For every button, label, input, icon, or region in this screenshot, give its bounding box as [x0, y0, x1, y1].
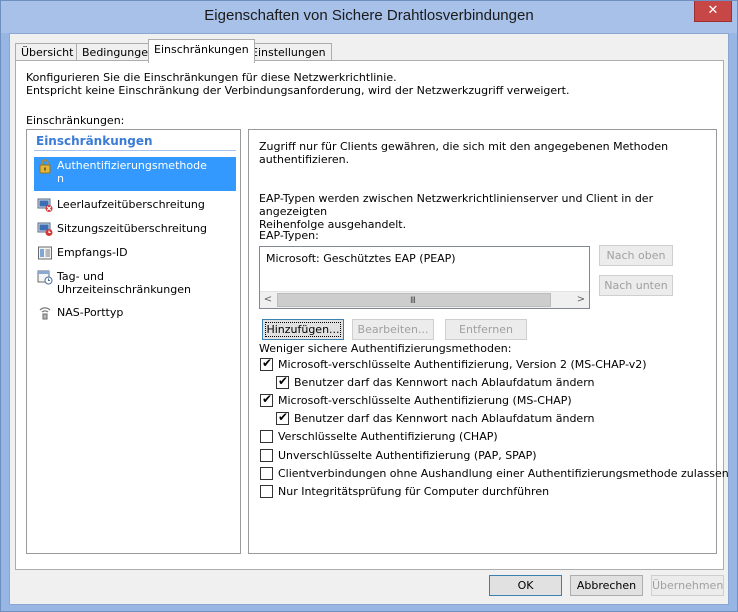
scroll-right-arrow-icon[interactable]: > [573, 292, 589, 308]
title-bar[interactable]: Eigenschaften von Sichere Drahtlosverbin… [1, 1, 737, 33]
tab-constraints[interactable]: Einschränkungen [148, 39, 255, 63]
checkbox-label: Benutzer darf das Kennwort nach Ablaufda… [294, 412, 595, 425]
constraints-list-panel: Einschränkungen Authentifizierungsmethod… [26, 129, 241, 554]
constraint-label-line1: Authentifizierungsmethode [57, 159, 207, 172]
horizontal-scrollbar[interactable]: < III > [260, 291, 589, 308]
constraint-label-line2: Uhrzeiteinschränkungen [57, 283, 191, 296]
constraint-item-authentication-methods[interactable]: Authentifizierungsmethode n [34, 157, 236, 191]
description-line-2: Entspricht keine Einschränkung der Verbi… [26, 84, 570, 97]
scroll-left-arrow-icon[interactable]: < [260, 292, 276, 308]
intro-line-1: Zugriff nur für Clients gewähren, die si… [259, 140, 669, 153]
constraint-item-called-station-id[interactable]: Empfangs-ID [34, 244, 236, 262]
eap-info-line-1: EAP-Typen werden zwischen Netzwerkrichtl… [259, 192, 654, 218]
constraint-label: NAS-Porttyp [57, 306, 124, 319]
checkbox-label: Nur Integritätsprüfung für Computer durc… [278, 485, 550, 498]
checkbox-ms-chap-v2-change-password[interactable]: ✔ [276, 374, 289, 389]
dialog-window: Eigenschaften von Sichere Drahtlosverbin… [0, 0, 738, 612]
scrollbar-thumb[interactable]: III [277, 293, 551, 307]
authentication-methods-panel: Zugriff nur für Clients gewähren, die si… [248, 129, 729, 554]
checkmark-icon: ✔ [278, 374, 289, 388]
constraint-label: Sitzungszeitüberschreitung [57, 222, 208, 235]
remove-button[interactable]: Entfernen [445, 319, 527, 340]
dialog-client-area: Übersicht Bedingungen Einschränkungen Ei… [9, 33, 729, 605]
constraints-label: Einschränkungen: [26, 114, 125, 127]
checkmark-icon: ✔ [262, 356, 273, 370]
eap-types-list[interactable]: Microsoft: Geschütztes EAP (PEAP) < III … [259, 246, 590, 309]
intro-text: Zugriff nur für Clients gewähren, die si… [259, 140, 668, 166]
description-line-1: Konfigurieren Sie die Einschränkungen fü… [26, 71, 397, 84]
checkbox-machine-health-check[interactable] [260, 485, 273, 498]
session-timeout-icon [37, 221, 53, 237]
edit-button[interactable]: Bearbeiten... [352, 319, 434, 340]
checkbox-pap-spap[interactable] [260, 449, 273, 462]
checkbox-label: Microsoft-verschlüsselte Authentifizieru… [278, 358, 647, 371]
calendar-clock-icon [37, 269, 53, 285]
checkmark-icon: ✔ [278, 410, 289, 424]
tab-page-constraints: Konfigurieren Sie die Einschränkungen fü… [15, 60, 729, 570]
header-divider [34, 150, 236, 151]
checkbox-label: Microsoft-verschlüsselte Authentifizieru… [278, 394, 572, 407]
window-title: Eigenschaften von Sichere Drahtlosverbin… [204, 7, 534, 24]
constraint-item-day-time-restrictions[interactable]: Tag- und Uhrzeiteinschränkungen [34, 268, 236, 298]
constraint-label-line2: n [57, 172, 64, 185]
nas-port-icon [37, 305, 53, 321]
constraints-list-header: Einschränkungen [36, 134, 153, 148]
eap-type-item[interactable]: Microsoft: Geschütztes EAP (PEAP) [266, 252, 456, 265]
constraint-label: Empfangs-ID [57, 246, 128, 259]
checkbox-chap[interactable] [260, 430, 273, 443]
constraint-label: Leerlaufzeitüberschreitung [57, 198, 205, 211]
checkbox-unauthenticated-access[interactable] [260, 467, 273, 480]
ok-button[interactable]: OK [489, 575, 562, 596]
checkbox-label: Clientverbindungen ohne Aushandlung eine… [278, 467, 729, 480]
called-station-id-icon [37, 245, 53, 261]
constraint-item-nas-port-type[interactable]: NAS-Porttyp [34, 304, 236, 322]
checkbox-ms-chap-change-password[interactable]: ✔ [276, 410, 289, 425]
move-down-button[interactable]: Nach unten [599, 275, 673, 296]
eap-types-label: EAP-Typen: [259, 229, 319, 242]
checkbox-ms-chap-v2[interactable]: ✔ [260, 356, 273, 371]
apply-button[interactable]: Übernehmen [651, 575, 724, 596]
cancel-button[interactable]: Abbrechen [570, 575, 643, 596]
checkbox-label: Verschlüsselte Authentifizierung (CHAP) [278, 430, 498, 443]
less-secure-methods-label: Weniger sichere Authentifizierungsmethod… [259, 342, 512, 355]
checkbox-label: Benutzer darf das Kennwort nach Ablaufda… [294, 376, 595, 389]
checkbox-ms-chap[interactable]: ✔ [260, 392, 273, 407]
constraint-item-session-timeout[interactable]: Sitzungszeitüberschreitung [34, 220, 236, 238]
checkbox-label: Unverschlüsselte Authentifizierung (PAP,… [278, 449, 537, 462]
close-button[interactable]: ✕ [694, 1, 732, 22]
intro-line-2: authentifizieren. [259, 153, 350, 166]
constraint-item-idle-timeout[interactable]: Leerlaufzeitüberschreitung [34, 196, 236, 214]
constraint-label-line1: Tag- und [57, 270, 105, 283]
move-up-button[interactable]: Nach oben [599, 245, 673, 266]
page-description: Konfigurieren Sie die Einschränkungen fü… [26, 71, 569, 97]
scrollbar-grip-icon: III [410, 296, 416, 306]
lock-icon [37, 158, 53, 174]
eap-info-line-2: Reihenfolge ausgehandelt. [259, 218, 407, 231]
add-button[interactable]: Hinzufügen... [262, 319, 344, 340]
add-button-label: Hinzufügen... [265, 322, 341, 337]
checkmark-icon: ✔ [262, 392, 273, 406]
eap-info-text: EAP-Typen werden zwischen Netzwerkrichtl… [259, 192, 716, 231]
idle-timeout-icon [37, 197, 53, 213]
